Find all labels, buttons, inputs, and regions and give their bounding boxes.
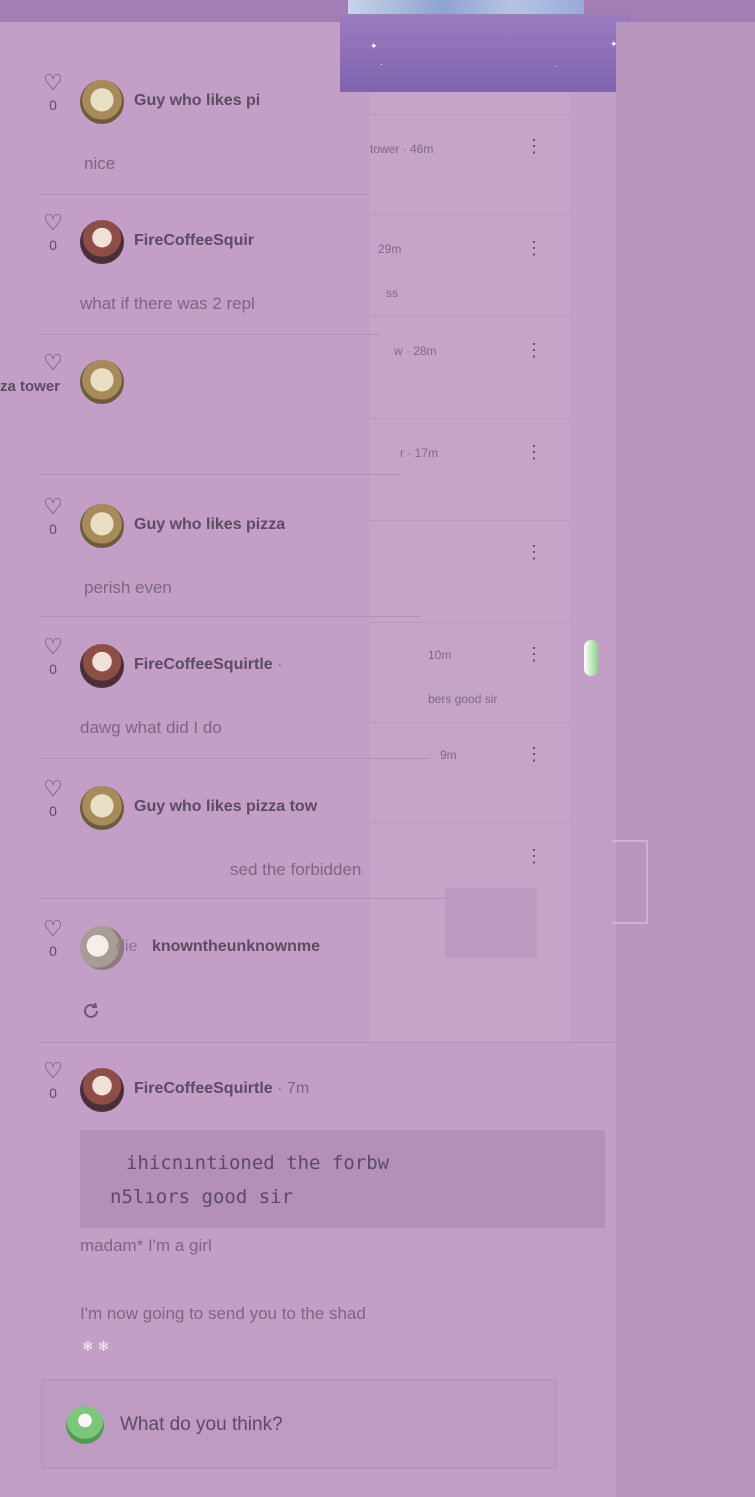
comment-username[interactable]: Guy who likes pizza tow	[134, 798, 317, 816]
divider	[40, 616, 420, 617]
comment-username[interactable]: FireCoffeeSquirtle · 7m	[134, 1080, 309, 1098]
comment-item: ♡ 0 FireCoffeeSquir what if there was 2 …	[40, 212, 420, 350]
scroll-handle[interactable]	[612, 840, 648, 924]
user-avatar[interactable]	[80, 220, 124, 264]
quote-text: ihicnıntioned the forbw	[126, 1152, 390, 1174]
reload-icon[interactable]	[80, 1000, 102, 1022]
comment-timestamp: ·	[277, 656, 283, 673]
like-count: 0	[49, 1085, 57, 1101]
more-options-icon[interactable]: ⋮	[525, 744, 543, 765]
divider	[40, 758, 430, 759]
comment-body: perish even	[84, 578, 172, 597]
comment-item: ♡ 0 FireCoffeeSquirtle · dawg what did I…	[40, 636, 420, 774]
more-options-icon[interactable]: ⋮	[525, 340, 543, 361]
heart-icon[interactable]: ♡	[40, 778, 66, 800]
edge-avatar	[584, 640, 598, 676]
like-count: 0	[49, 943, 57, 959]
comment-item: ♡ 0 die knowntheunknownme	[40, 918, 420, 1056]
heart-icon[interactable]: ♡	[40, 918, 66, 940]
comment-timestamp: · 7m	[277, 1080, 310, 1097]
username-text[interactable]: FireCoffeeSquirtle	[134, 656, 273, 673]
current-user-avatar	[66, 1406, 104, 1444]
like-count: 0	[49, 97, 57, 113]
like-count: 0	[49, 237, 57, 253]
comment-item: ♡ 0 Guy who likes pi nice	[40, 72, 420, 210]
like-control[interactable]: ♡ 0	[40, 72, 66, 114]
comment-item: ♡ 0 Guy who likes pizza tow sed the forb…	[40, 778, 420, 916]
comment-item: ♡	[40, 352, 420, 490]
heart-icon[interactable]: ♡	[40, 636, 66, 658]
user-avatar[interactable]	[80, 1068, 124, 1112]
like-control[interactable]: ♡ 0	[40, 496, 66, 538]
right-panel	[616, 22, 755, 1497]
ghost-username-fragment: za tower	[0, 378, 61, 395]
heart-icon[interactable]: ♡	[40, 496, 66, 518]
like-control[interactable]: ♡	[40, 352, 66, 374]
user-avatar[interactable]	[80, 360, 124, 404]
comment-username[interactable]: knowntheunknownme	[152, 938, 320, 956]
more-options-icon[interactable]: ⋮	[525, 238, 543, 259]
like-control[interactable]: ♡ 0	[40, 778, 66, 820]
ghost-text: bers good sir	[428, 692, 498, 706]
user-avatar[interactable]	[80, 504, 124, 548]
more-options-icon[interactable]: ⋮	[525, 644, 543, 665]
quoted-reply-box: ihicnıntioned the forbw n5lıors good sir	[80, 1130, 605, 1228]
header-image	[348, 0, 584, 14]
like-control[interactable]: ♡ 0	[40, 1060, 66, 1102]
comment-body: what if there was 2 repl	[80, 294, 255, 313]
like-count: 0	[49, 803, 57, 819]
comment-username[interactable]: Guy who likes pizza	[134, 516, 285, 534]
comment-username[interactable]: FireCoffeeSquirtle ·	[134, 656, 282, 674]
heart-icon[interactable]: ♡	[40, 212, 66, 234]
user-avatar[interactable]	[80, 644, 124, 688]
heart-icon[interactable]: ♡	[40, 72, 66, 94]
heart-icon[interactable]: ♡	[40, 1060, 66, 1082]
more-options-icon[interactable]: ⋮	[525, 136, 543, 157]
like-control[interactable]: ♡ 0	[40, 636, 66, 678]
ghost-timestamp: 10m	[428, 648, 452, 662]
heart-icon[interactable]: ♡	[40, 352, 66, 374]
comment-item: ♡ 0 Guy who likes pizza perish even	[40, 496, 420, 634]
like-control[interactable]: ♡ 0	[40, 918, 66, 960]
ghost-username-fragment: die	[116, 938, 138, 955]
emoji-icons: ❄ ❄	[82, 1338, 110, 1354]
divider	[40, 334, 380, 335]
username-text[interactable]: FireCoffeeSquirtle	[134, 1080, 273, 1097]
comment-body: nice	[84, 154, 116, 173]
quote-text: n5lıors good sir	[110, 1186, 294, 1208]
ghost-timestamp: 9m	[440, 748, 457, 762]
like-control[interactable]: ♡ 0	[40, 212, 66, 254]
comment-body: I'm now going to send you to the shad	[80, 1304, 366, 1323]
ghost-quote-box	[445, 888, 537, 958]
user-avatar[interactable]	[80, 80, 124, 124]
comment-username[interactable]: Guy who likes pi	[134, 92, 260, 110]
divider	[40, 898, 450, 899]
comment-body: dawg what did I do	[80, 718, 222, 737]
comment-body: sed the forbidden	[230, 860, 362, 879]
comment-username[interactable]: FireCoffeeSquir	[134, 232, 254, 250]
divider	[40, 474, 400, 475]
like-count: 0	[49, 661, 57, 677]
divider	[40, 1042, 615, 1043]
like-count: 0	[49, 521, 57, 537]
more-options-icon[interactable]: ⋮	[525, 542, 543, 563]
comment-input[interactable]: What do you think?	[120, 1414, 283, 1436]
more-options-icon[interactable]: ⋮	[525, 846, 543, 867]
user-avatar[interactable]	[80, 786, 124, 830]
comment-composer[interactable]: What do you think?	[42, 1380, 556, 1468]
divider	[40, 194, 370, 195]
comment-body: madam* I'm a girl	[80, 1236, 212, 1255]
more-options-icon[interactable]: ⋮	[525, 442, 543, 463]
